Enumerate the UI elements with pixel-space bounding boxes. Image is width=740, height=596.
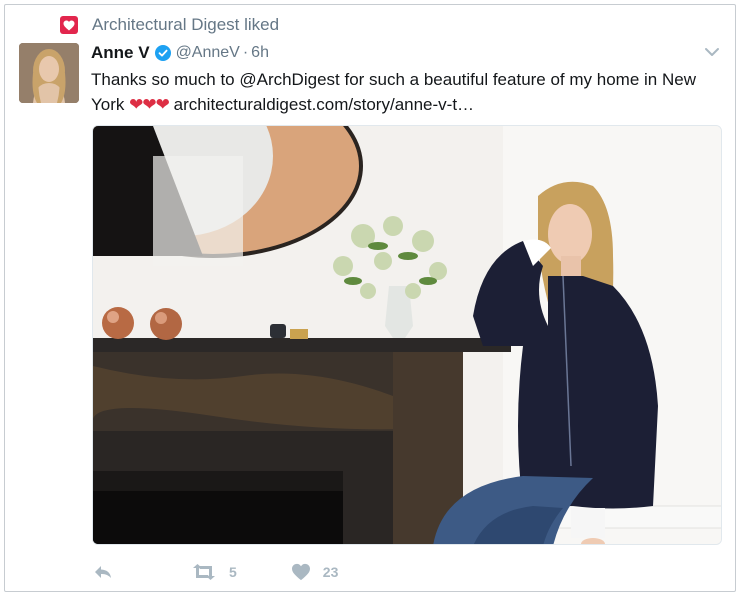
verified-icon (154, 45, 171, 61)
like-count: 23 (322, 564, 339, 580)
tweet-actions: 5 23 (93, 561, 338, 583)
tweet-photo[interactable] (92, 125, 722, 545)
tweet-text: Thanks so much to @ArchDigest for such a… (91, 67, 723, 117)
author-handle[interactable]: @AnneV (176, 44, 240, 62)
retweet-count: 5 (229, 564, 237, 580)
chevron-down-icon[interactable] (703, 43, 721, 61)
retweet-button[interactable]: 5 (191, 564, 237, 580)
tweet-header: Anne V @AnneV · 6h (91, 41, 269, 65)
retweet-icon (191, 564, 217, 580)
social-context: Architectural Digest liked (60, 14, 279, 36)
separator: · (242, 44, 249, 61)
avatar[interactable] (19, 43, 79, 103)
reply-icon (93, 564, 113, 580)
heart-icon (60, 16, 78, 34)
timestamp[interactable]: 6h (251, 44, 269, 62)
heart-emojis: ❤❤❤ (129, 95, 170, 114)
tweet-link[interactable]: architecturaldigest.com/story/anne-v-t… (174, 95, 474, 114)
author-name[interactable]: Anne V (91, 43, 150, 63)
reply-button[interactable] (93, 564, 113, 580)
like-button[interactable]: 23 (291, 563, 339, 581)
heart-outline-icon (291, 563, 311, 581)
context-text[interactable]: Architectural Digest liked (92, 15, 279, 35)
tweet-card[interactable]: Architectural Digest liked Anne V @AnneV… (4, 4, 736, 592)
